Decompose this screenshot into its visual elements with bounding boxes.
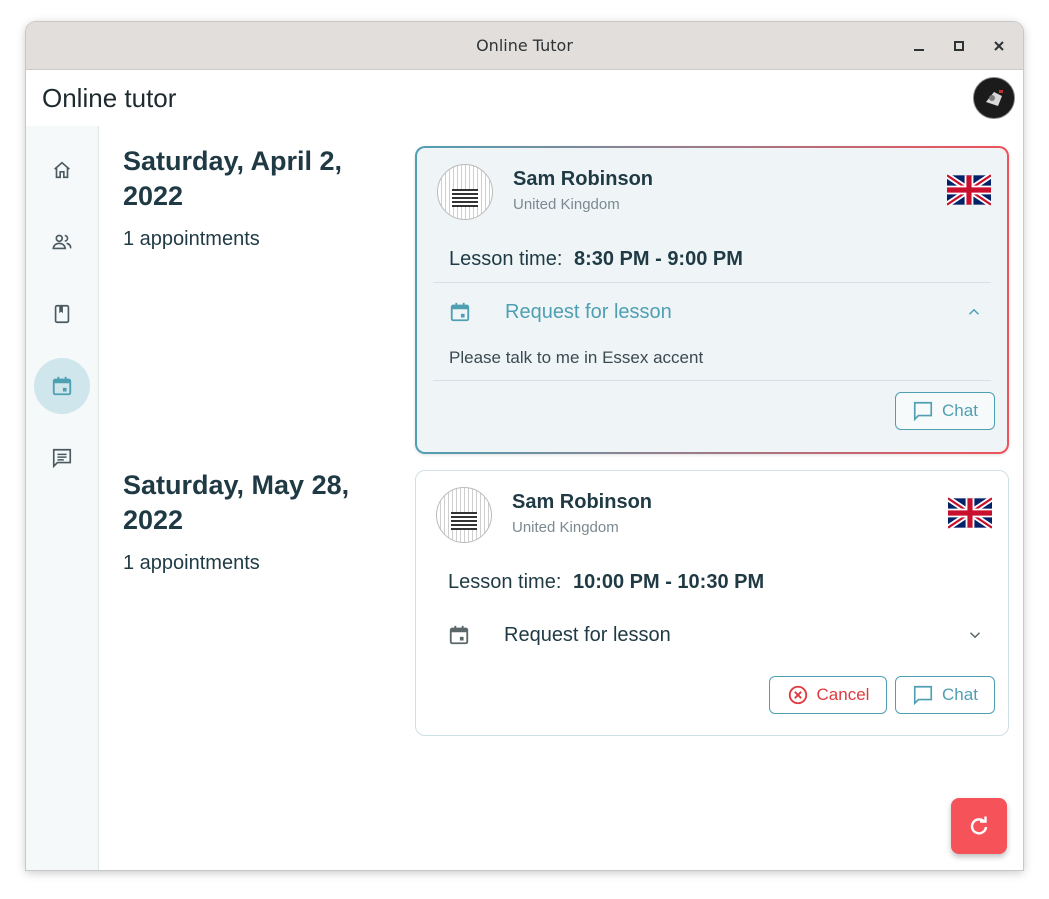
date-group-header: Saturday, May 28, 2022 1 appointments: [123, 468, 383, 575]
calendar-icon: [52, 376, 72, 396]
people-icon: [52, 234, 72, 250]
date-heading: Saturday, May 28, 2022: [123, 470, 350, 535]
chat-bubble-icon: [52, 448, 72, 469]
nav-messages[interactable]: [34, 430, 90, 486]
chat-button[interactable]: Chat: [895, 392, 995, 430]
maximize-icon: [954, 40, 964, 51]
window-title: Online Tutor: [476, 36, 573, 55]
tutor-name[interactable]: Sam Robinson: [512, 491, 652, 514]
date-heading: Saturday, April 2, 2022: [123, 146, 343, 211]
navigation-rail: [26, 126, 99, 870]
close-icon: [994, 40, 1004, 51]
nav-home[interactable]: [34, 142, 90, 198]
request-toggle[interactable]: Request for lesson: [448, 617, 984, 653]
calendar-icon: [450, 302, 470, 322]
tutor-avatar[interactable]: [436, 487, 492, 543]
request-toggle[interactable]: Request for lesson: [449, 294, 983, 330]
maximize-button[interactable]: [949, 36, 969, 56]
divider: [433, 380, 991, 381]
chat-label: Chat: [942, 401, 978, 420]
date-group-header: Saturday, April 2, 2022 1 appointments: [123, 144, 383, 251]
cancel-label: Cancel: [816, 685, 870, 704]
chat-icon: [913, 685, 933, 706]
book-icon: [54, 304, 70, 324]
nav-schedule[interactable]: [34, 358, 90, 414]
request-note: Please talk to me in Essex accent: [449, 348, 704, 367]
home-icon: [54, 161, 70, 179]
app-window: Online Tutor Online tutor Saturday, Apri…: [26, 22, 1023, 870]
cancel-circle-icon: [788, 685, 807, 705]
schedule-content: Saturday, April 2, 2022 1 appointments S…: [99, 126, 1023, 870]
calendar-icon: [449, 625, 469, 645]
tutor-name[interactable]: Sam Robinson: [513, 168, 653, 191]
divider: [433, 282, 991, 283]
request-label: Request for lesson: [505, 300, 672, 323]
appointment-count: 1 appointments: [123, 228, 260, 250]
lesson-time: Lesson time: 8:30 PM - 9:00 PM: [449, 248, 743, 271]
avatar-image-icon: [974, 78, 1014, 118]
lesson-time-label: Lesson time:: [449, 248, 563, 270]
lesson-time: Lesson time: 10:00 PM - 10:30 PM: [448, 571, 764, 594]
close-window-button[interactable]: [989, 36, 1009, 56]
cancel-button[interactable]: Cancel: [769, 676, 887, 714]
appointment-card: Sam Robinson United Kingdom Lesson time:…: [415, 146, 1009, 454]
nav-tutors[interactable]: [34, 214, 90, 270]
chevron-up-icon: [968, 308, 980, 315]
app-bar: Online tutor: [26, 70, 1023, 126]
window-titlebar: Online Tutor: [26, 22, 1023, 70]
appointment-count: 1 appointments: [123, 552, 260, 574]
tutor-info: Sam Robinson United Kingdom: [437, 164, 991, 220]
chat-icon: [913, 401, 933, 422]
lesson-time-value: 10:00 PM - 10:30 PM: [572, 571, 765, 593]
lesson-time-label: Lesson time:: [448, 571, 562, 593]
refresh-icon: [970, 816, 988, 835]
appointment-card: Sam Robinson United Kingdom Lesson time:…: [415, 470, 1009, 736]
page-title: Online tutor: [42, 82, 177, 113]
uk-flag-icon: [947, 174, 991, 206]
refresh-button[interactable]: [951, 798, 1007, 854]
tutor-country: United Kingdom: [513, 196, 620, 213]
user-avatar[interactable]: [973, 77, 1015, 119]
minimize-icon: [914, 48, 924, 51]
tutor-info: Sam Robinson United Kingdom: [436, 487, 992, 543]
tutor-avatar[interactable]: [437, 164, 493, 220]
minimize-button[interactable]: [909, 36, 929, 56]
chat-button[interactable]: Chat: [895, 676, 995, 714]
chevron-down-icon: [969, 632, 981, 639]
lesson-time-value: 8:30 PM - 9:00 PM: [573, 248, 743, 270]
nav-courses[interactable]: [34, 286, 90, 342]
tutor-country: United Kingdom: [512, 519, 619, 536]
chat-label: Chat: [942, 685, 978, 704]
request-label: Request for lesson: [504, 623, 671, 646]
uk-flag-icon: [948, 497, 992, 529]
